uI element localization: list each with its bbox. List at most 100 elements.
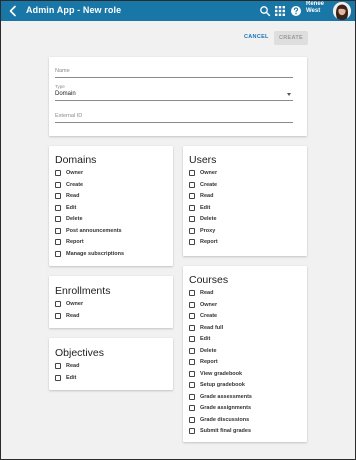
users-owner-checkbox[interactable]: Owner bbox=[189, 169, 217, 177]
courses-view-gradebook-checkbox[interactable]: View gradebook bbox=[189, 370, 242, 378]
domains-create-checkbox[interactable]: Create bbox=[55, 181, 83, 189]
checkbox-icon[interactable] bbox=[189, 416, 195, 423]
checkbox-icon[interactable] bbox=[189, 428, 195, 434]
users-create-checkbox[interactable]: Create bbox=[189, 181, 217, 189]
checkbox-label: Edit bbox=[66, 374, 77, 381]
type-underline bbox=[55, 100, 293, 101]
user-first-name: Renee bbox=[306, 1, 325, 7]
courses-grade-discussions-checkbox[interactable]: Grade discussions bbox=[189, 416, 249, 424]
checkbox-label: Submit final grades bbox=[200, 428, 252, 434]
checkbox-icon[interactable] bbox=[189, 170, 195, 176]
checkbox-icon[interactable] bbox=[189, 204, 195, 211]
domains-report-checkbox[interactable]: Report bbox=[55, 238, 84, 246]
domains-delete-checkbox[interactable]: Delete bbox=[55, 215, 83, 223]
checkbox-label: Create bbox=[66, 181, 84, 188]
checkbox-icon[interactable] bbox=[55, 204, 61, 211]
courses-setup-gradebook-checkbox[interactable]: Setup gradebook bbox=[189, 381, 245, 389]
checkbox-icon[interactable] bbox=[55, 363, 61, 369]
app-bar: Admin App - New role Renee West bbox=[1, 1, 355, 21]
back-arrow-icon[interactable] bbox=[6, 4, 20, 18]
domains-manage-subscriptions-checkbox[interactable]: Manage subscriptions bbox=[55, 250, 124, 258]
users-read-checkbox[interactable]: Read bbox=[189, 192, 213, 200]
checkbox-label: Read bbox=[66, 363, 80, 369]
checkbox-icon[interactable] bbox=[189, 313, 195, 319]
users-proxy-checkbox[interactable]: Proxy bbox=[189, 227, 215, 235]
checkbox-icon[interactable] bbox=[189, 359, 195, 365]
apps-grid-icon[interactable] bbox=[274, 5, 286, 17]
checkbox-label: Read bbox=[66, 193, 80, 199]
courses-read-full-checkbox[interactable]: Read full bbox=[189, 324, 223, 332]
checkbox-icon[interactable] bbox=[189, 227, 195, 234]
enrollments-title: Enrollments bbox=[55, 285, 111, 297]
courses-delete-checkbox[interactable]: Delete bbox=[189, 347, 217, 355]
avatar[interactable] bbox=[333, 2, 351, 20]
objectives-edit-checkbox[interactable]: Edit bbox=[55, 374, 76, 382]
role-details-card: Name Type Domain External ID bbox=[49, 57, 307, 136]
type-label: Type bbox=[55, 84, 65, 89]
domains-owner-checkbox[interactable]: Owner bbox=[55, 169, 83, 177]
checkbox-label: Read full bbox=[200, 324, 224, 331]
help-icon[interactable] bbox=[290, 5, 302, 17]
checkbox-label: Grade discussions bbox=[200, 416, 250, 423]
checkbox-icon[interactable] bbox=[55, 239, 61, 245]
domains-read-checkbox[interactable]: Read bbox=[55, 192, 79, 200]
checkbox-icon[interactable] bbox=[189, 393, 195, 400]
checkbox-label: Edit bbox=[66, 204, 77, 211]
checkbox-icon[interactable] bbox=[55, 170, 61, 176]
name-field[interactable]: Name bbox=[55, 64, 293, 78]
checkbox-icon[interactable] bbox=[189, 336, 195, 342]
courses-title: Courses bbox=[189, 274, 229, 286]
checkbox-label: Delete bbox=[66, 216, 83, 222]
type-select[interactable]: Type Domain bbox=[55, 83, 293, 101]
type-value: Domain bbox=[55, 91, 76, 97]
domains-post-announcements-checkbox[interactable]: Post announcements bbox=[55, 227, 122, 235]
checkbox-icon[interactable] bbox=[189, 239, 195, 245]
name-label: Name bbox=[55, 68, 70, 74]
checkbox-icon[interactable] bbox=[189, 193, 195, 199]
courses-edit-checkbox[interactable]: Edit bbox=[189, 335, 210, 343]
checkbox-icon[interactable] bbox=[189, 324, 195, 331]
checkbox-icon[interactable] bbox=[189, 290, 195, 296]
checkbox-icon[interactable] bbox=[55, 250, 61, 257]
create-button[interactable]: CREATE bbox=[274, 31, 308, 45]
users-delete-checkbox[interactable]: Delete bbox=[189, 215, 217, 223]
external-id-field[interactable]: External ID bbox=[55, 109, 293, 123]
checkbox-icon[interactable] bbox=[189, 405, 195, 411]
checkbox-icon[interactable] bbox=[55, 181, 61, 188]
checkbox-icon[interactable] bbox=[55, 227, 61, 234]
app-window: Admin App - New role Renee West CANCEL C… bbox=[0, 0, 356, 460]
page-title: Admin App - New role bbox=[26, 5, 122, 15]
checkbox-icon[interactable] bbox=[55, 374, 61, 381]
checkbox-icon[interactable] bbox=[55, 193, 61, 199]
courses-grade-assignments-checkbox[interactable]: Grade assignments bbox=[189, 404, 251, 412]
checkbox-icon[interactable] bbox=[189, 216, 195, 222]
checkbox-icon[interactable] bbox=[55, 312, 61, 319]
enrollments-read-checkbox[interactable]: Read bbox=[55, 312, 79, 320]
checkbox-icon[interactable] bbox=[189, 382, 195, 388]
objectives-read-checkbox[interactable]: Read bbox=[55, 362, 79, 370]
checkbox-label: Edit bbox=[200, 204, 211, 211]
search-icon[interactable] bbox=[259, 5, 271, 17]
user-name[interactable]: Renee West bbox=[306, 1, 324, 15]
checkbox-icon[interactable] bbox=[189, 301, 195, 308]
checkbox-icon[interactable] bbox=[189, 181, 195, 188]
courses-read-checkbox[interactable]: Read bbox=[189, 289, 213, 297]
domains-title: Domains bbox=[55, 154, 97, 166]
courses-grade-assessments-checkbox[interactable]: Grade assessments bbox=[189, 393, 252, 401]
users-report-checkbox[interactable]: Report bbox=[189, 238, 218, 246]
domains-edit-checkbox[interactable]: Edit bbox=[55, 204, 76, 212]
checkbox-icon[interactable] bbox=[55, 301, 61, 307]
checkbox-icon[interactable] bbox=[189, 347, 195, 354]
checkbox-icon[interactable] bbox=[189, 370, 195, 377]
courses-report-checkbox[interactable]: Report bbox=[189, 358, 218, 366]
checkbox-label: Owner bbox=[200, 170, 218, 176]
cancel-button[interactable]: CANCEL bbox=[244, 34, 269, 40]
users-edit-checkbox[interactable]: Edit bbox=[189, 204, 210, 212]
checkbox-icon[interactable] bbox=[55, 216, 61, 222]
courses-create-checkbox[interactable]: Create bbox=[189, 312, 217, 320]
avatar-image bbox=[333, 2, 351, 20]
courses-owner-checkbox[interactable]: Owner bbox=[189, 301, 217, 309]
enrollments-owner-checkbox[interactable]: Owner bbox=[55, 300, 83, 308]
courses-submit-final-grades-checkbox[interactable]: Submit final grades bbox=[189, 427, 251, 435]
checkbox-label: View gradebook bbox=[200, 370, 243, 377]
